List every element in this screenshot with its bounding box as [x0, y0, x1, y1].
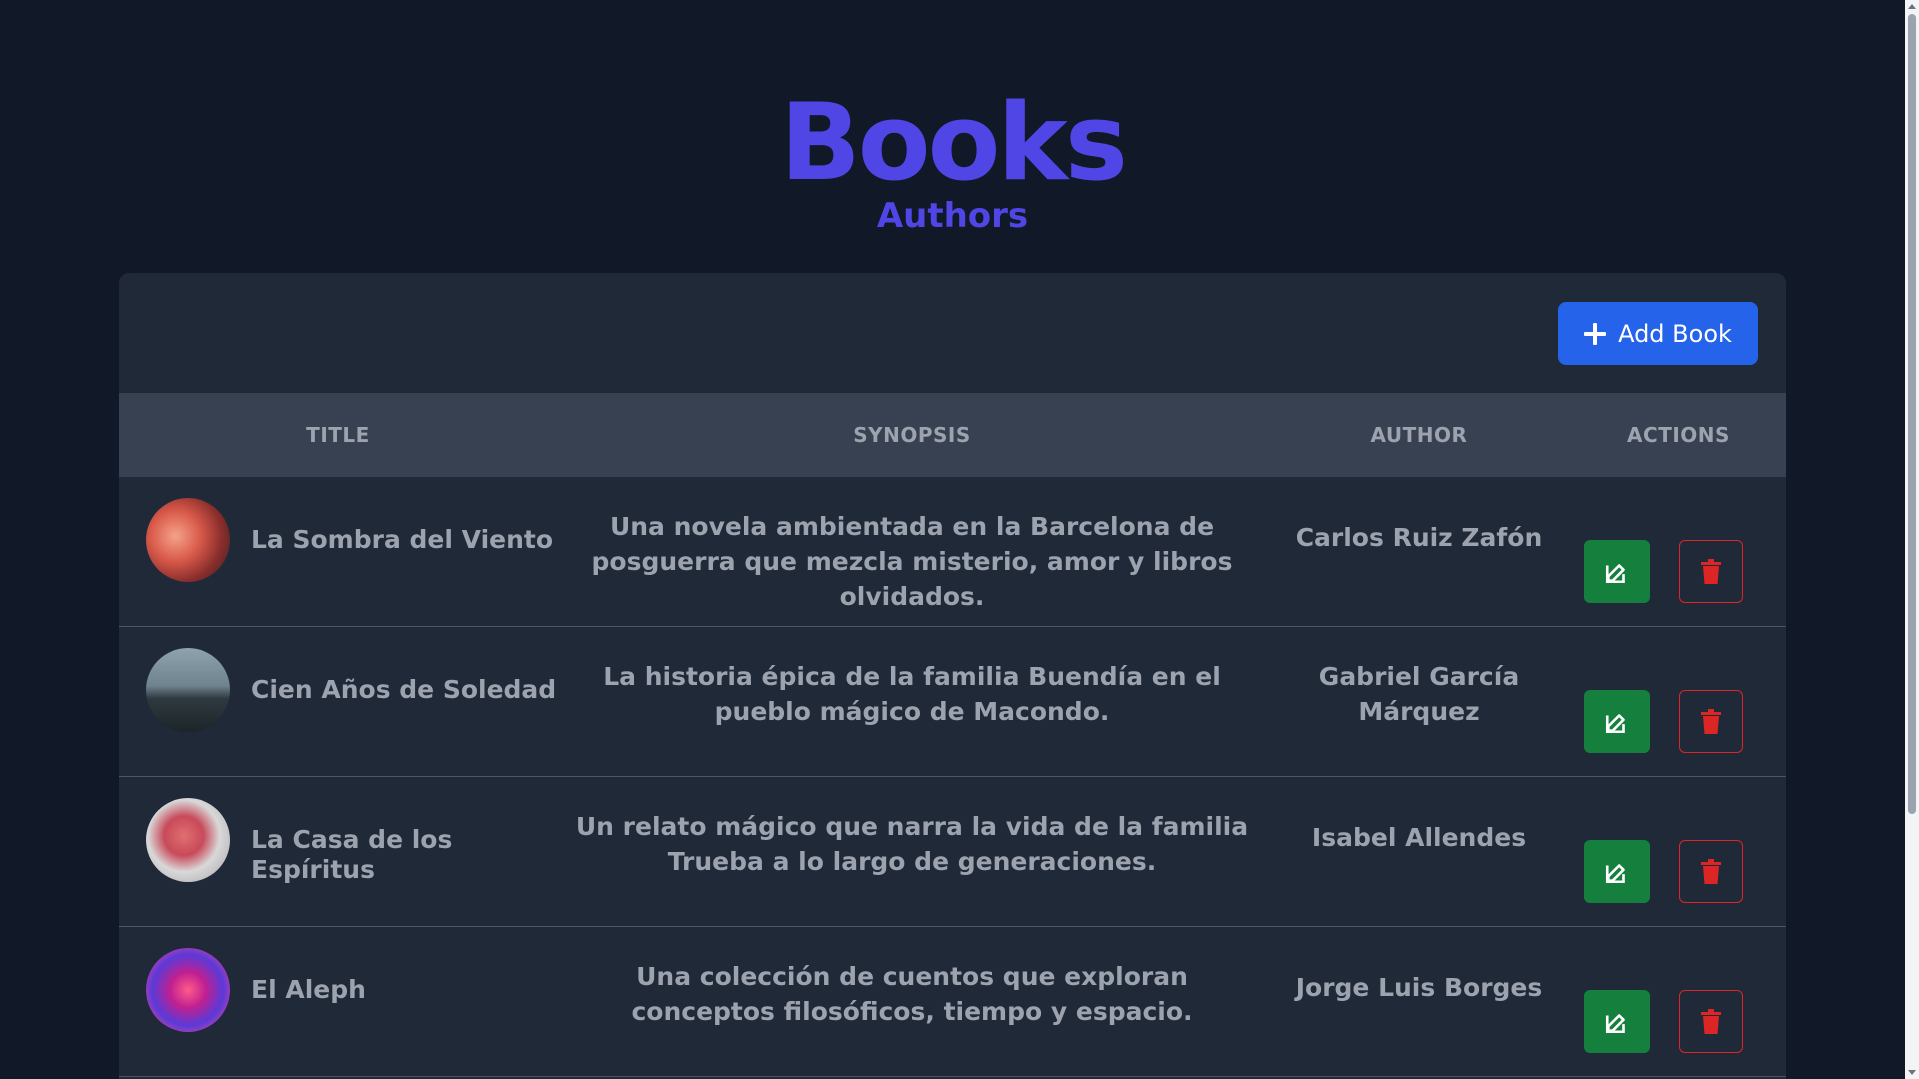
title-cell: El Aleph — [119, 927, 557, 1076]
column-header-author: AUTHOR — [1370, 423, 1468, 447]
add-book-button[interactable]: Add Book — [1558, 302, 1758, 365]
delete-button[interactable] — [1679, 990, 1743, 1053]
book-title: Cien Años de Soledad — [251, 675, 557, 704]
trash-icon — [1701, 708, 1721, 734]
edit-button[interactable] — [1584, 690, 1650, 753]
title-cell: La Casa de los Espíritus — [119, 777, 557, 926]
author-cell: Isabel Allendes — [1311, 823, 1527, 852]
edit-button[interactable] — [1584, 990, 1650, 1053]
scroll-down-arrow-icon[interactable] — [1908, 1070, 1916, 1075]
edit-icon — [1605, 563, 1625, 583]
scrollbar-thumb[interactable] — [1908, 14, 1916, 814]
table-row: La Casa de los Espíritus Un relato mágic… — [119, 777, 1786, 927]
page-header: Books Authors — [0, 81, 1905, 237]
page: Books Authors Add Book TITLE SYNOPSIS AU… — [0, 0, 1919, 1079]
book-cover-avatar — [146, 798, 230, 882]
author-cell: Carlos Ruiz Zafón — [1295, 523, 1543, 552]
title-cell: La Sombra del Viento — [119, 477, 557, 626]
edit-icon — [1605, 863, 1625, 883]
synopsis-cell: Una colección de cuentos que exploran co… — [631, 962, 1193, 1026]
table-row: La Sombra del Viento Una novela ambienta… — [119, 477, 1786, 627]
plus-icon — [1584, 322, 1607, 345]
author-cell: Jorge Luis Borges — [1295, 973, 1543, 1002]
book-title: El Aleph — [251, 975, 366, 1004]
edit-button[interactable] — [1584, 540, 1650, 603]
delete-button[interactable] — [1679, 840, 1743, 903]
book-cover-avatar — [146, 648, 230, 732]
delete-button[interactable] — [1679, 540, 1743, 603]
page-subtitle: Authors — [876, 196, 1029, 236]
column-header-synopsis: SYNOPSIS — [853, 423, 971, 447]
table-row: El Aleph Una colección de cuentos que ex… — [119, 927, 1786, 1077]
book-title: La Casa de los Espíritus — [251, 825, 453, 884]
table-body: La Sombra del Viento Una novela ambienta… — [119, 477, 1786, 1077]
trash-icon — [1701, 1008, 1721, 1034]
trash-icon — [1701, 858, 1721, 884]
table-row: Cien Años de Soledad La historia épica d… — [119, 627, 1786, 777]
scroll-up-arrow-icon[interactable] — [1908, 4, 1916, 9]
edit-button[interactable] — [1584, 840, 1650, 903]
column-header-title: TITLE — [306, 423, 370, 447]
synopsis-cell: Una novela ambientada en la Barcelona de… — [591, 512, 1233, 611]
synopsis-cell: Un relato mágico que narra la vida de la… — [575, 812, 1249, 876]
author-cell: Gabriel García Márquez — [1318, 662, 1520, 726]
vertical-scrollbar[interactable] — [1905, 0, 1919, 1079]
actions-cell — [1571, 777, 1786, 926]
table-header: TITLE SYNOPSIS AUTHOR ACTIONS — [119, 393, 1786, 477]
book-cover-avatar — [146, 948, 230, 1032]
trash-icon — [1701, 558, 1721, 584]
synopsis-cell: La historia épica de la familia Buendía … — [603, 662, 1221, 726]
actions-cell — [1571, 477, 1786, 626]
books-card: Add Book TITLE SYNOPSIS AUTHOR ACTIONS L… — [119, 273, 1786, 1079]
column-header-actions: ACTIONS — [1627, 423, 1730, 447]
page-title: Books — [779, 81, 1128, 204]
edit-icon — [1605, 1013, 1625, 1033]
book-title: La Sombra del Viento — [251, 525, 554, 554]
actions-cell — [1571, 927, 1786, 1076]
add-book-label: Add Book — [1618, 319, 1732, 348]
actions-cell — [1571, 627, 1786, 776]
title-cell: Cien Años de Soledad — [119, 627, 557, 776]
book-cover-avatar — [146, 498, 230, 582]
edit-icon — [1605, 713, 1625, 733]
delete-button[interactable] — [1679, 690, 1743, 753]
